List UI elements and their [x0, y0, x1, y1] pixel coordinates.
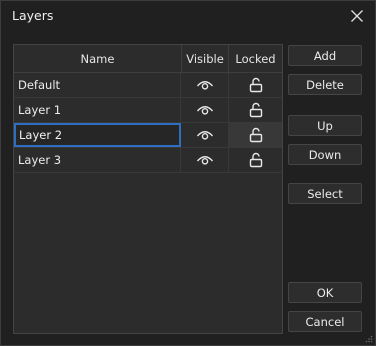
table-row[interactable]	[14, 123, 282, 148]
eye-icon	[196, 81, 214, 90]
table-header: Name Visible Locked	[14, 45, 282, 73]
table-row[interactable]: Layer 3	[14, 148, 282, 173]
column-header-locked[interactable]: Locked	[229, 45, 282, 72]
visible-toggle[interactable]	[182, 123, 229, 147]
locked-toggle[interactable]	[229, 73, 282, 97]
delete-button[interactable]: Delete	[288, 74, 362, 95]
layer-name-input[interactable]	[14, 123, 181, 147]
unlocked-padlock-icon	[249, 102, 262, 118]
unlocked-padlock-icon	[249, 77, 262, 93]
table-row[interactable]: Layer 1	[14, 98, 282, 123]
layer-name-cell[interactable]	[14, 123, 181, 147]
cancel-button[interactable]: Cancel	[288, 311, 362, 332]
resize-grip-icon[interactable]	[365, 335, 373, 343]
layer-name-cell[interactable]: Layer 3	[14, 148, 181, 172]
visible-toggle[interactable]	[182, 148, 229, 172]
locked-toggle[interactable]	[229, 148, 282, 172]
title-bar: Layers	[1, 1, 375, 31]
column-header-visible[interactable]: Visible	[182, 45, 229, 72]
close-icon	[351, 10, 363, 22]
column-header-name[interactable]: Name	[14, 45, 182, 72]
down-button[interactable]: Down	[288, 144, 362, 165]
eye-icon	[196, 156, 214, 165]
layer-name-cell[interactable]: Layer 1	[14, 98, 181, 122]
locked-toggle[interactable]	[229, 123, 282, 147]
layer-name-cell[interactable]: Default	[14, 73, 181, 97]
visible-toggle[interactable]	[182, 98, 229, 122]
eye-icon	[196, 106, 214, 115]
dialog-title: Layers	[12, 8, 54, 23]
visible-toggle[interactable]	[182, 73, 229, 97]
locked-toggle[interactable]	[229, 98, 282, 122]
table-row[interactable]: Default	[14, 73, 282, 98]
up-button[interactable]: Up	[288, 115, 362, 136]
close-button[interactable]	[341, 1, 373, 31]
eye-icon	[196, 131, 214, 140]
layers-dialog: Layers Name Visible Locked Default Layer…	[0, 0, 376, 346]
ok-button[interactable]: OK	[288, 282, 362, 303]
select-button[interactable]: Select	[288, 183, 362, 204]
add-button[interactable]: Add	[288, 45, 362, 66]
unlocked-padlock-icon	[249, 152, 262, 168]
layers-table: Name Visible Locked Default Layer 1 Laye…	[13, 44, 283, 334]
unlocked-padlock-icon	[249, 127, 262, 143]
